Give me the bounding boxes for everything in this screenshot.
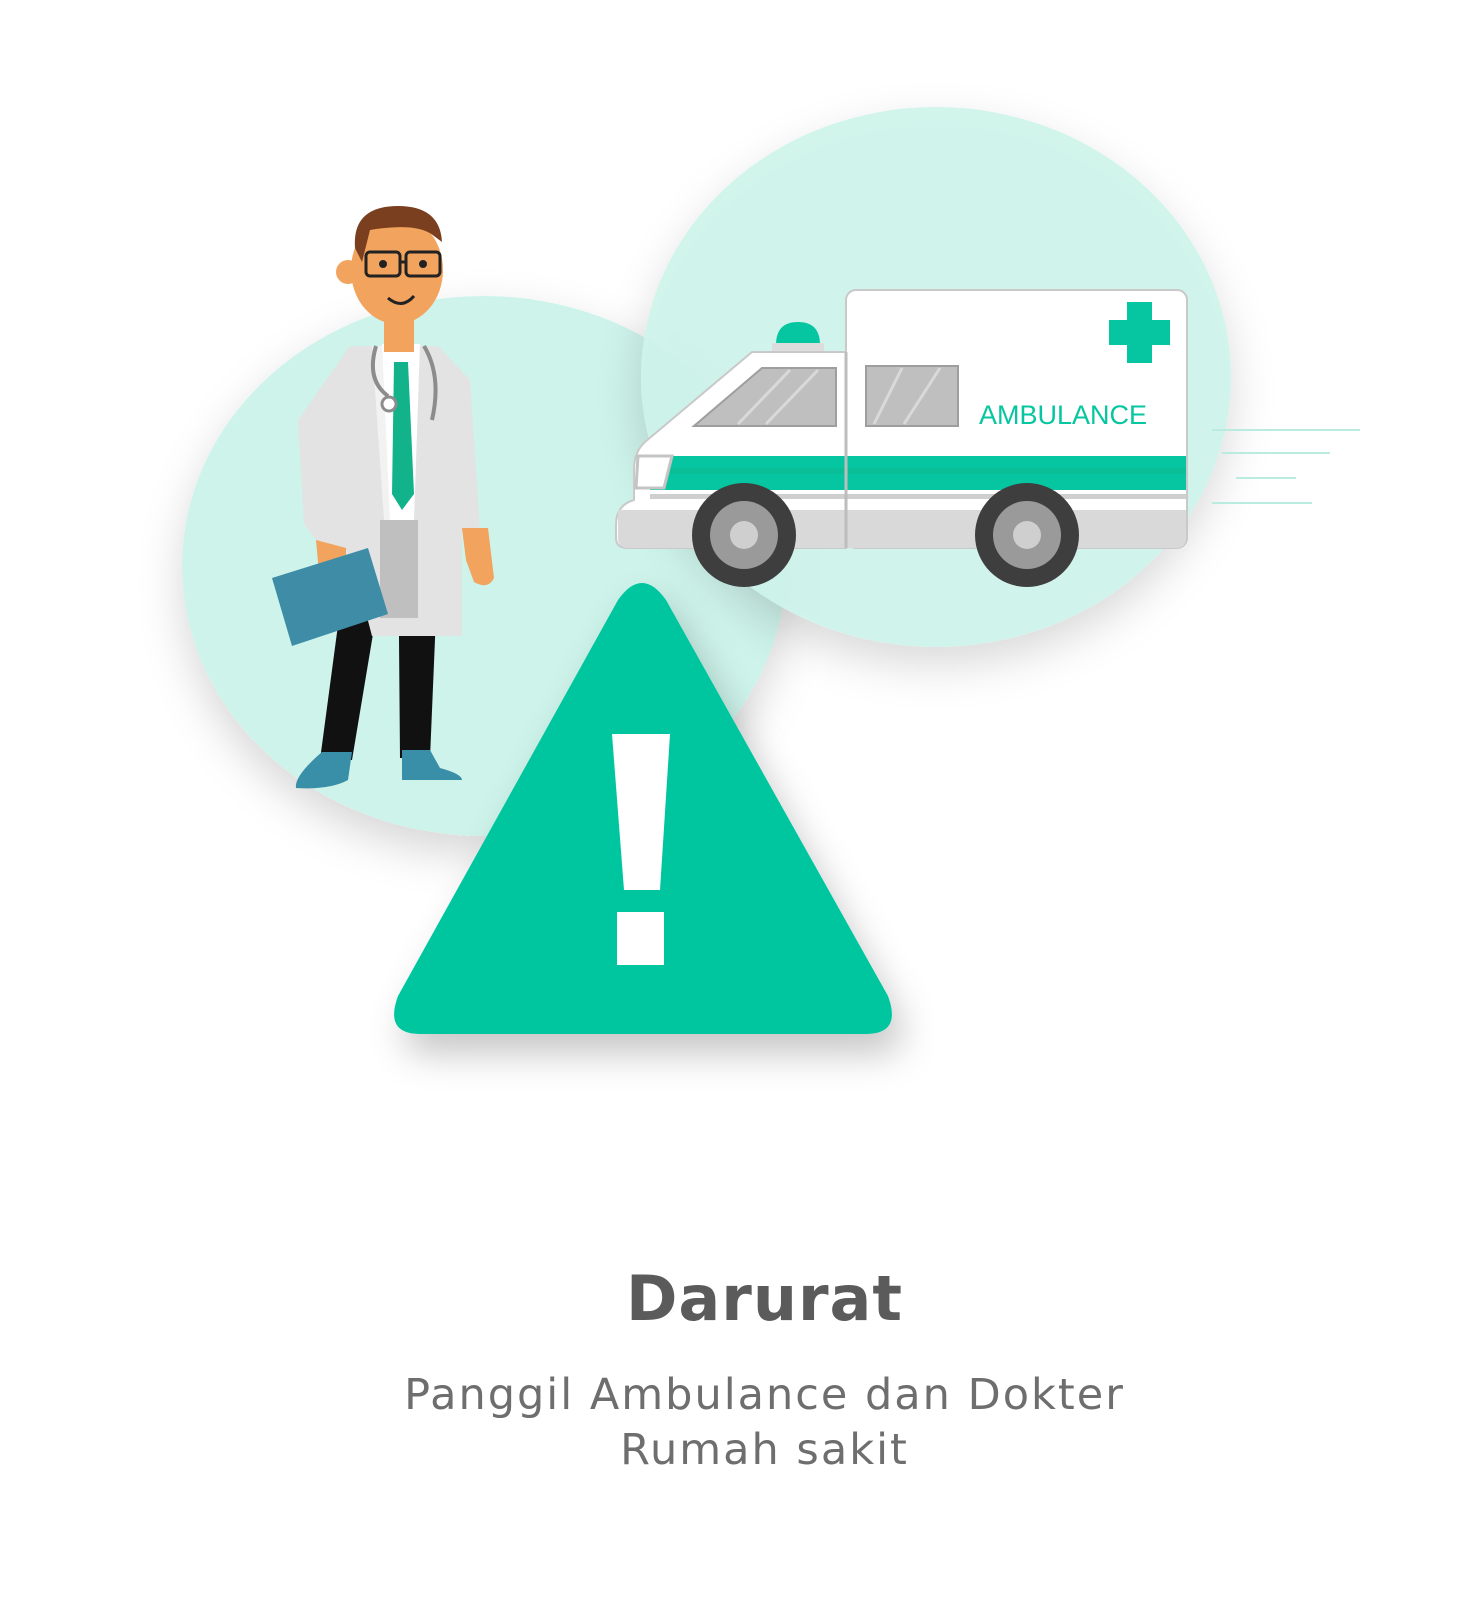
speed-lines [1212,429,1360,504]
subtitle-line-1: Panggil Ambulance dan Dokter [404,1370,1125,1420]
ambulance-label: AMBULANCE [979,400,1147,430]
subtitle-line-2: Rumah sakit [620,1425,909,1475]
page-title: Darurat [625,1262,904,1335]
page-subtitle: Panggil Ambulance dan Dokter Rumah sakit [0,1368,1459,1478]
emergency-illustration: AMBULANCE [0,0,1459,1150]
